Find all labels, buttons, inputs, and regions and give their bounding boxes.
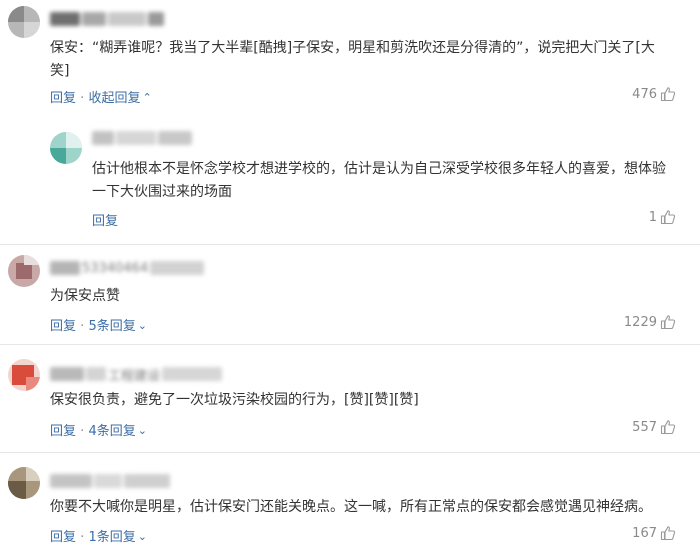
- comment-3: 工程建设 保安很负责，避免了一次垃圾污染校园的行为，[赞][赞][赞] 回复 ·…: [0, 345, 700, 451]
- username-redaction: [86, 367, 106, 381]
- comment-actions: 回复 · 5条回复 ⌄: [50, 315, 147, 334]
- chevron-down-icon: ⌄: [137, 530, 147, 543]
- reply-text: 估计他根本不是怀念学校才想进学校的，估计是认为自己深受学校很多年轻人的喜爱，想体…: [92, 158, 692, 204]
- username-redaction: [148, 12, 164, 26]
- view-replies-label: 5条回复: [88, 319, 136, 334]
- comment-actions: 回复 · 收起回复 ⌃: [50, 87, 152, 106]
- like-button[interactable]: 476: [632, 86, 676, 102]
- comment-2: 53340464 为保安点赞 回复 · 5条回复 ⌄ 1229: [0, 245, 700, 343]
- chevron-down-icon: ⌄: [137, 424, 147, 437]
- view-replies-button[interactable]: 4条回复 ⌄: [88, 424, 147, 439]
- username-redaction: [150, 261, 205, 275]
- thumbs-up-icon: [660, 525, 676, 541]
- comment-text-line: 保安：“糊弄谁呢？我当了大半辈[酷拽]子保安，明星和剪洗吹还是分得清的”，说完把…: [50, 40, 655, 56]
- view-replies-label: 4条回复: [88, 424, 136, 439]
- username-redaction: [82, 12, 106, 26]
- comment-actions: 回复 · 4条回复 ⌄: [50, 420, 147, 439]
- comment-text-line: 笑]: [50, 63, 70, 79]
- avatar-pixel: [26, 467, 40, 481]
- comment-text-line: 保安很负责，避免了一次垃圾污染校园的行为，[赞][赞][赞]: [50, 392, 419, 408]
- avatar[interactable]: [8, 467, 40, 499]
- avatar-pixel: [26, 377, 40, 391]
- reply-actions: 回复: [92, 210, 118, 229]
- view-replies-button[interactable]: 1条回复 ⌄: [88, 530, 147, 545]
- username-blurred[interactable]: [50, 11, 164, 27]
- username-blurred[interactable]: [50, 473, 170, 489]
- reply-button[interactable]: 回复: [50, 319, 76, 334]
- comment-text: 保安：“糊弄谁呢？我当了大半辈[酷拽]子保安，明星和剪洗吹还是分得清的”，说完把…: [50, 37, 690, 83]
- separator: ·: [80, 91, 85, 106]
- comment-text-line: 你要不大喊你是明星，估计保安门还能关晚点。这一喊，所有正常点的保安都会感觉遇见神…: [50, 499, 652, 515]
- reply-button[interactable]: 回复: [92, 214, 118, 229]
- like-count: 476: [632, 86, 657, 102]
- thumbs-up-icon: [660, 209, 676, 225]
- username-redaction: [50, 261, 80, 275]
- like-count: 1229: [623, 314, 657, 330]
- comment-text: 你要不大喊你是明星，估计保安门还能关晚点。这一喊，所有正常点的保安都会感觉遇见神…: [50, 496, 695, 519]
- reply-button[interactable]: 回复: [50, 91, 76, 106]
- comment-text-line: 为保安点赞: [50, 288, 120, 304]
- like-button[interactable]: 557: [632, 419, 676, 435]
- username-redaction: [92, 131, 114, 145]
- avatar[interactable]: [8, 359, 40, 391]
- username-redaction: [50, 367, 84, 381]
- comment-1: 保安：“糊弄谁呢？我当了大半辈[酷拽]子保安，明星和剪洗吹还是分得清的”，说完把…: [0, 0, 700, 240]
- thumbs-up-icon: [660, 419, 676, 435]
- avatar-pixel: [50, 148, 66, 164]
- username-redaction: [116, 131, 156, 145]
- avatar-pixel: [8, 6, 24, 22]
- username-redaction: [94, 474, 122, 488]
- avatar-pixel: [16, 263, 32, 279]
- like-button[interactable]: 167: [632, 525, 676, 541]
- avatar-pixel: [24, 22, 40, 38]
- nested-reply: 估计他根本不是怀念学校才想进学校的，估计是认为自己深受学校很多年轻人的喜爱，想体…: [0, 120, 700, 240]
- like-button[interactable]: 1: [649, 209, 676, 225]
- chevron-down-icon: ⌄: [137, 319, 147, 332]
- avatar-pixel: [24, 255, 40, 265]
- like-button[interactable]: 1229: [624, 314, 676, 330]
- reply-button[interactable]: 回复: [50, 530, 76, 545]
- view-replies-button[interactable]: 5条回复 ⌄: [88, 319, 147, 334]
- view-replies-label: 1条回复: [88, 530, 136, 545]
- comment-actions: 回复 · 1条回复 ⌄: [50, 526, 147, 545]
- username-redaction: [162, 367, 223, 381]
- reply-button[interactable]: 回复: [50, 424, 76, 439]
- reply-text-line: 一下大伙围过来的场面: [92, 184, 232, 200]
- avatar[interactable]: [50, 132, 82, 164]
- username-redaction: [124, 474, 170, 488]
- thumbs-up-icon: [660, 314, 676, 330]
- like-count: 557: [632, 419, 657, 435]
- avatar-pixel: [8, 481, 26, 499]
- like-count: 1: [648, 209, 657, 225]
- username-blurred[interactable]: 53340464: [50, 260, 205, 276]
- separator: ·: [80, 530, 85, 545]
- like-count: 167: [632, 525, 657, 541]
- reply-text-line: 估计他根本不是怀念学校才想进学校的，估计是认为自己深受学校很多年轻人的喜爱，想体…: [92, 161, 666, 177]
- username-partial: 工程建设: [108, 368, 161, 384]
- comment-text: 保安很负责，避免了一次垃圾污染校园的行为，[赞][赞][赞]: [50, 389, 690, 412]
- collapse-replies-label: 收起回复: [88, 91, 141, 106]
- chevron-up-icon: ⌃: [142, 91, 152, 104]
- username-redaction: [158, 131, 192, 145]
- username-redaction: [50, 12, 80, 26]
- separator: ·: [80, 424, 85, 439]
- comment-4: 你要不大喊你是明星，估计保安门还能关晚点。这一喊，所有正常点的保安都会感觉遇见神…: [0, 453, 700, 559]
- username-partial: 53340464: [82, 260, 149, 276]
- username-blurred[interactable]: [92, 130, 192, 146]
- thumbs-up-icon: [660, 86, 676, 102]
- avatar-pixel: [66, 132, 82, 148]
- collapse-replies-button[interactable]: 收起回复 ⌃: [88, 91, 151, 106]
- avatar[interactable]: [8, 6, 40, 38]
- username-blurred[interactable]: 工程建设: [50, 366, 223, 384]
- avatar[interactable]: [8, 255, 40, 287]
- separator: ·: [80, 319, 85, 334]
- comment-text: 为保安点赞: [50, 285, 690, 308]
- username-redaction: [108, 12, 146, 26]
- username-redaction: [50, 474, 92, 488]
